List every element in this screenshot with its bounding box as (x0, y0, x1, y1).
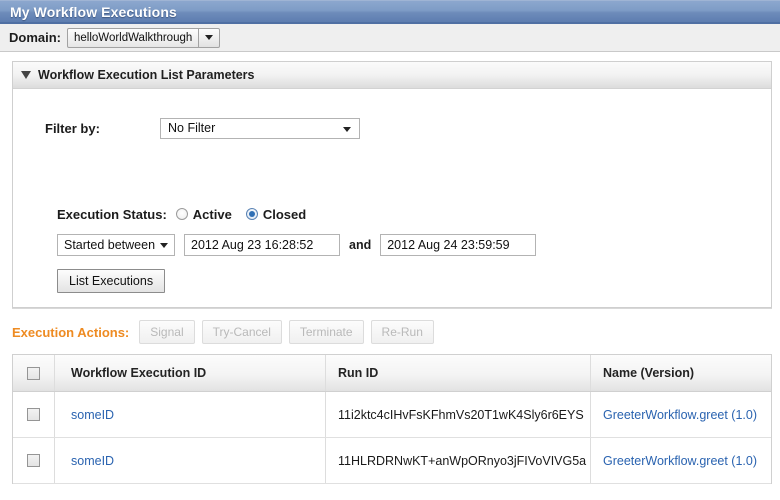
table-row[interactable]: someID 11HLRDRNwKT+anWpORnyo3jFIVoVIVG5a… (13, 438, 771, 484)
date-mode-select[interactable]: Started between (57, 234, 175, 256)
table-header-row: Workflow Execution ID Run ID Name (Versi… (13, 355, 771, 392)
radio-closed[interactable] (245, 208, 258, 220)
checkbox-icon[interactable] (27, 366, 40, 380)
panel-body: Filter by: No Filter Execution Status: A… (13, 89, 771, 307)
filter-by-value: No Filter (168, 121, 216, 135)
list-executions-row: List Executions (13, 256, 771, 307)
table-row[interactable]: someID 11i2ktc4cIHvFsKFhmVs20T1wK4Sly6r6… (13, 392, 771, 438)
filter-by-label: Filter by: (45, 120, 100, 136)
radio-active-label[interactable]: Active (193, 207, 232, 222)
panel-title: Workflow Execution List Parameters (38, 68, 255, 82)
date-from-input[interactable]: 2012 Aug 23 16:28:52 (184, 234, 340, 256)
checkbox-icon[interactable] (27, 454, 40, 467)
chevron-down-icon[interactable] (343, 126, 351, 132)
date-mode-value: Started between (64, 238, 156, 252)
execution-actions-bar: Execution Actions: Signal Try-Cancel Ter… (0, 309, 780, 354)
execution-status-row: Execution Status: Active Closed (13, 201, 771, 227)
run-id-text: 11i2ktc4cIHvFsKFhmVs20T1wK4Sly6r6EYS (338, 407, 584, 422)
date-range-row: Started between 2012 Aug 23 16:28:52 and… (13, 227, 771, 256)
domain-bar: Domain: helloWorldWalkthrough (0, 24, 780, 52)
select-all-cell[interactable] (13, 355, 55, 391)
column-header-name-version[interactable]: Name (Version) (590, 355, 771, 391)
date-to-input[interactable]: 2012 Aug 24 23:59:59 (380, 234, 537, 256)
terminate-button: Terminate (288, 320, 364, 344)
checkbox-icon[interactable] (27, 408, 40, 421)
re-run-button: Re-Run (370, 320, 434, 344)
cell-name-version: GreeterWorkflow.greet (1.0) (590, 392, 771, 437)
executions-table: Workflow Execution ID Run ID Name (Versi… (12, 354, 772, 484)
column-header-label: Name (Version) (603, 366, 695, 380)
column-header-workflow-execution-id[interactable]: Workflow Execution ID (55, 366, 325, 380)
workflow-execution-id-link[interactable]: someID (71, 408, 114, 422)
filter-by-select[interactable]: No Filter (160, 117, 360, 139)
triangle-down-icon[interactable] (21, 71, 31, 79)
cell-workflow-execution-id: someID (55, 408, 325, 422)
row-select-cell[interactable] (13, 438, 55, 483)
domain-select[interactable]: helloWorldWalkthrough (67, 27, 221, 48)
cell-run-id: 11i2ktc4cIHvFsKFhmVs20T1wK4Sly6r6EYS (325, 392, 590, 437)
column-header-label: Workflow Execution ID (71, 366, 207, 380)
name-version-link[interactable]: GreeterWorkflow.greet (1.0) (603, 408, 757, 422)
list-executions-button[interactable]: List Executions (57, 269, 166, 293)
panel-header[interactable]: Workflow Execution List Parameters (13, 62, 771, 89)
cell-workflow-execution-id: someID (55, 454, 325, 468)
row-select-cell[interactable] (13, 392, 55, 437)
page-title: My Workflow Executions (10, 3, 177, 20)
filter-row: Filter by: No Filter (13, 89, 771, 149)
status-radio-group: Active Closed (175, 207, 320, 222)
cell-name-version: GreeterWorkflow.greet (1.0) (590, 438, 771, 483)
domain-label: Domain: (9, 30, 61, 45)
radio-closed-label[interactable]: Closed (263, 207, 306, 222)
window-titlebar: My Workflow Executions (0, 0, 780, 24)
workflow-parameters-panel: Workflow Execution List Parameters Filte… (12, 61, 772, 308)
name-version-link[interactable]: GreeterWorkflow.greet (1.0) (603, 454, 757, 468)
column-header-label: Run ID (338, 366, 379, 380)
date-conjunction-label: and (349, 238, 372, 252)
filter-spacer (13, 149, 771, 201)
cell-run-id: 11HLRDRNwKT+anWpORnyo3jFIVoVIVG5a (325, 438, 590, 483)
execution-actions-label: Execution Actions: (12, 324, 130, 340)
chevron-down-icon[interactable] (160, 243, 168, 248)
radio-active[interactable] (175, 208, 188, 220)
workflow-execution-id-link[interactable]: someID (71, 454, 114, 468)
caret-shape (205, 35, 214, 40)
domain-select-value[interactable]: helloWorldWalkthrough (67, 27, 200, 48)
chevron-down-icon[interactable] (199, 27, 221, 48)
signal-button: Signal (139, 320, 195, 344)
try-cancel-button: Try-Cancel (201, 320, 282, 344)
execution-status-label: Execution Status: (57, 206, 167, 222)
run-id-text: 11HLRDRNwKT+anWpORnyo3jFIVoVIVG5a (338, 453, 587, 468)
column-header-run-id[interactable]: Run ID (325, 355, 590, 391)
